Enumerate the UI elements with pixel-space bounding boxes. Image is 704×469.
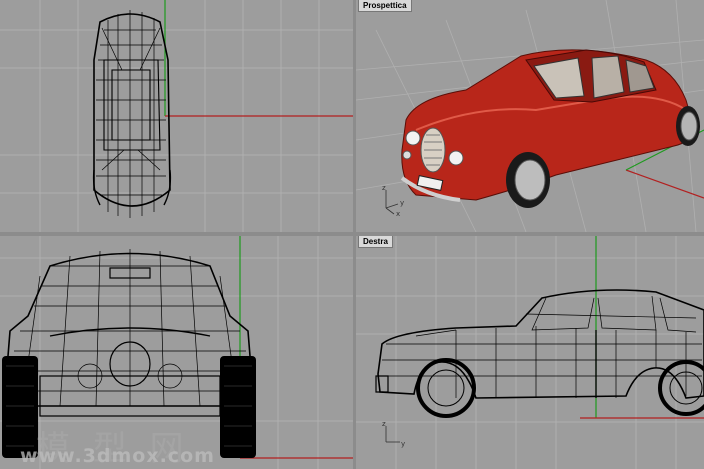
x-axis-label: x (396, 210, 400, 218)
right-viewport[interactable]: z y Destra (356, 236, 704, 469)
top-viewport[interactable] (0, 0, 353, 232)
grid (356, 236, 704, 469)
axis-indicator (385, 426, 400, 443)
watermark-url: www.3dmox.com (20, 445, 215, 467)
y-axis-label: y (400, 199, 404, 207)
z-axis-label: z (382, 420, 386, 428)
car-top-wireframe (92, 10, 172, 218)
viewport-title[interactable]: Destra (358, 236, 393, 248)
red-car-model (400, 49, 700, 208)
y-axis-label: y (401, 440, 405, 448)
right-view-canvas: z y (356, 236, 704, 469)
car-side-wireframe (375, 289, 704, 399)
car-front-wireframe (3, 249, 255, 407)
perspective-viewport[interactable]: z x y Prospettica (356, 0, 704, 232)
top-view-canvas (0, 0, 353, 232)
z-axis-label: z (382, 184, 386, 192)
perspective-canvas: z x y (356, 0, 704, 232)
front-viewport[interactable]: 模 型 网 www.3dmox.com (0, 236, 353, 469)
viewport-title[interactable]: Prospettica (358, 0, 412, 12)
